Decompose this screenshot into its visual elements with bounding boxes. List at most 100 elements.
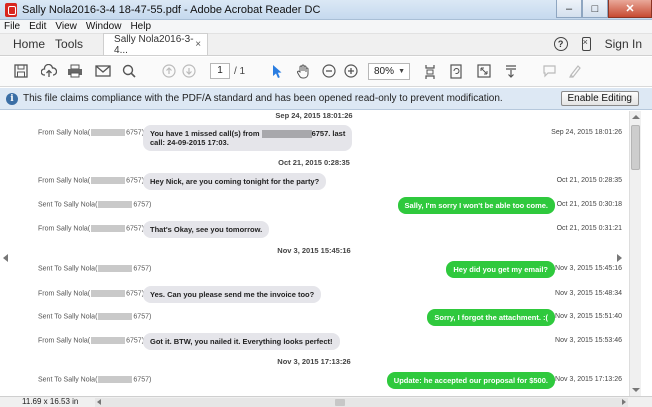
select-cursor-icon[interactable]	[268, 64, 286, 82]
scroll-left-icon[interactable]	[97, 399, 101, 405]
page-up-icon[interactable]	[160, 64, 178, 81]
previous-page-arrow-icon[interactable]	[3, 254, 8, 262]
sign-in-link[interactable]: Sign In	[605, 37, 642, 51]
next-page-arrow-icon[interactable]	[617, 254, 622, 262]
sender-prefix: From Sally Nola(	[38, 290, 91, 298]
menu-file[interactable]: File	[4, 21, 20, 32]
redacted-number	[98, 265, 133, 272]
vertical-scrollbar[interactable]	[629, 111, 641, 396]
message-sender: From Sally Nola(6757)	[38, 290, 144, 297]
pdfa-info-bar: i This file claims compliance with the P…	[0, 88, 652, 110]
zoom-level-value: 80%	[374, 66, 395, 77]
sender-suffix: 6757)	[126, 225, 145, 233]
sender-suffix: 6757)	[126, 129, 145, 137]
search-icon[interactable]	[120, 64, 138, 81]
message-sender: From Sally Nola(6757)	[38, 129, 144, 136]
rotate-page-icon[interactable]	[447, 64, 465, 82]
sender-prefix: From Sally Nola(	[38, 225, 91, 233]
status-bar: 11.69 x 16.53 in	[0, 396, 652, 407]
message-sender: Sent To Sally Nola( 6757)	[38, 376, 151, 383]
date-header: Sep 24, 2015 18:01:26	[275, 111, 353, 120]
message-row: From Sally Nola(6757) Yes. Can you pleas…	[0, 286, 628, 306]
email-icon[interactable]	[94, 64, 112, 81]
hand-tool-icon[interactable]	[294, 64, 312, 82]
redacted-number	[91, 225, 126, 232]
menu-help[interactable]: Help	[130, 21, 151, 32]
received-message-bubble: Yes. Can you please send me the invoice …	[143, 286, 322, 303]
tools-tab[interactable]: Tools	[55, 37, 93, 55]
message-text: Sorry, I forgot the attachment. :(	[434, 313, 548, 322]
message-row: Sent To Sally Nola( 6757) Sally, I'm sorr…	[0, 197, 628, 217]
zoom-in-icon[interactable]	[342, 64, 360, 81]
document-tab-label: Sally Nola2016-3-4...	[114, 33, 194, 56]
page-down-icon[interactable]	[180, 64, 198, 81]
enable-editing-button[interactable]: Enable Editing	[560, 91, 639, 106]
message-timestamp: Sep 24, 2015 18:01:26	[551, 129, 622, 136]
redacted-number	[91, 177, 126, 184]
menu-window[interactable]: Window	[86, 21, 122, 32]
message-text: Hey did you get my email?	[453, 265, 548, 274]
document-tab[interactable]: Sally Nola2016-3-4... ×	[103, 33, 209, 56]
highlight-pen-icon[interactable]	[566, 64, 584, 81]
message-timestamp: Oct 21, 2015 0:30:18	[556, 201, 622, 208]
document-view[interactable]: Sep 24, 2015 18:01:26 From Sally Nola(67…	[0, 111, 652, 396]
comment-icon[interactable]	[540, 64, 558, 81]
message-sender: Sent To Sally Nola(6757)	[38, 265, 151, 272]
sent-message-bubble: Sally, I'm sorry I won't be able too com…	[397, 197, 555, 214]
redacted-number	[91, 290, 126, 297]
message-row: Sent To Sally Nola(6757) Hey did you get…	[0, 261, 628, 281]
home-tab[interactable]: Home	[0, 37, 55, 55]
date-header: Oct 21, 2015 0:28:35	[278, 158, 350, 167]
scroll-right-icon[interactable]	[622, 399, 626, 405]
save-icon[interactable]	[12, 64, 30, 81]
zoom-level-select[interactable]: 80% ▼	[368, 63, 410, 80]
message-text: Hey Nick, are you coming tonight for the…	[150, 177, 320, 186]
help-icon[interactable]: ?	[553, 37, 568, 51]
message-sender: From Sally Nola( 6757)	[38, 225, 144, 232]
info-icon: i	[6, 92, 18, 105]
minimize-button[interactable]: –	[556, 0, 582, 18]
menu-view[interactable]: View	[55, 21, 77, 32]
message-sender: From Sally Nola(6757)	[38, 177, 144, 184]
full-screen-icon[interactable]	[475, 64, 493, 81]
scroll-thumb[interactable]	[631, 125, 640, 170]
zoom-out-icon[interactable]	[320, 64, 338, 81]
window-controls: – □ ✕	[556, 0, 652, 19]
message-timestamp: Nov 3, 2015 15:48:34	[555, 290, 622, 297]
close-button[interactable]: ✕	[608, 0, 652, 18]
upload-cloud-icon[interactable]	[40, 63, 58, 81]
message-text: Yes. Can you please send me the invoice …	[150, 290, 315, 299]
scroll-down-icon[interactable]	[632, 388, 640, 392]
received-message-bubble: Got it. BTW, you nailed it. Everything l…	[143, 333, 340, 350]
redacted-number	[98, 201, 133, 208]
mobile-link-icon[interactable]	[581, 37, 591, 51]
scroll-up-icon[interactable]	[632, 115, 640, 119]
sender-prefix: From Sally Nola(	[38, 177, 91, 185]
info-message: This file claims compliance with the PDF…	[23, 93, 503, 104]
message-text: Update: he accepted our proposal for $50…	[393, 376, 548, 385]
message-timestamp: Nov 3, 2015 15:53:46	[555, 337, 622, 344]
scroll-mode-icon[interactable]	[502, 64, 520, 82]
sender-prefix: Sent To Sally Nola(	[38, 376, 98, 384]
menu-edit[interactable]: Edit	[29, 21, 46, 32]
print-icon[interactable]	[66, 64, 84, 81]
message-row: Sent To Sally Nola( 6757) Sorry, I forgot…	[0, 309, 628, 329]
horizontal-scroll-thumb[interactable]	[335, 399, 345, 406]
maximize-button[interactable]: □	[582, 0, 608, 18]
sender-prefix: Sent To Sally Nola(	[38, 313, 98, 321]
sender-prefix: Sent To Sally Nola(	[38, 201, 98, 209]
date-header: Nov 3, 2015 15:45:16	[277, 246, 351, 255]
tab-close-icon[interactable]: ×	[195, 39, 201, 50]
redacted-number	[91, 337, 126, 344]
fit-page-icon[interactable]	[421, 64, 439, 83]
sender-suffix: 6757)	[133, 376, 152, 384]
sender-suffix: 6757)	[133, 313, 152, 321]
message-timestamp: Oct 21, 2015 0:28:35	[556, 177, 622, 184]
horizontal-scrollbar[interactable]	[95, 398, 628, 407]
message-timestamp: Nov 3, 2015 15:45:16	[555, 265, 622, 272]
page-number-input[interactable]: 1	[210, 63, 230, 79]
message-row: Sent To Sally Nola( 6757) Update: he acce…	[0, 372, 628, 392]
message-row: From Sally Nola(6757) You have 1 missed …	[0, 125, 628, 152]
sender-suffix: 6757)	[133, 201, 152, 209]
received-message-bubble: You have 1 missed call(s) from 6757. las…	[143, 125, 353, 152]
